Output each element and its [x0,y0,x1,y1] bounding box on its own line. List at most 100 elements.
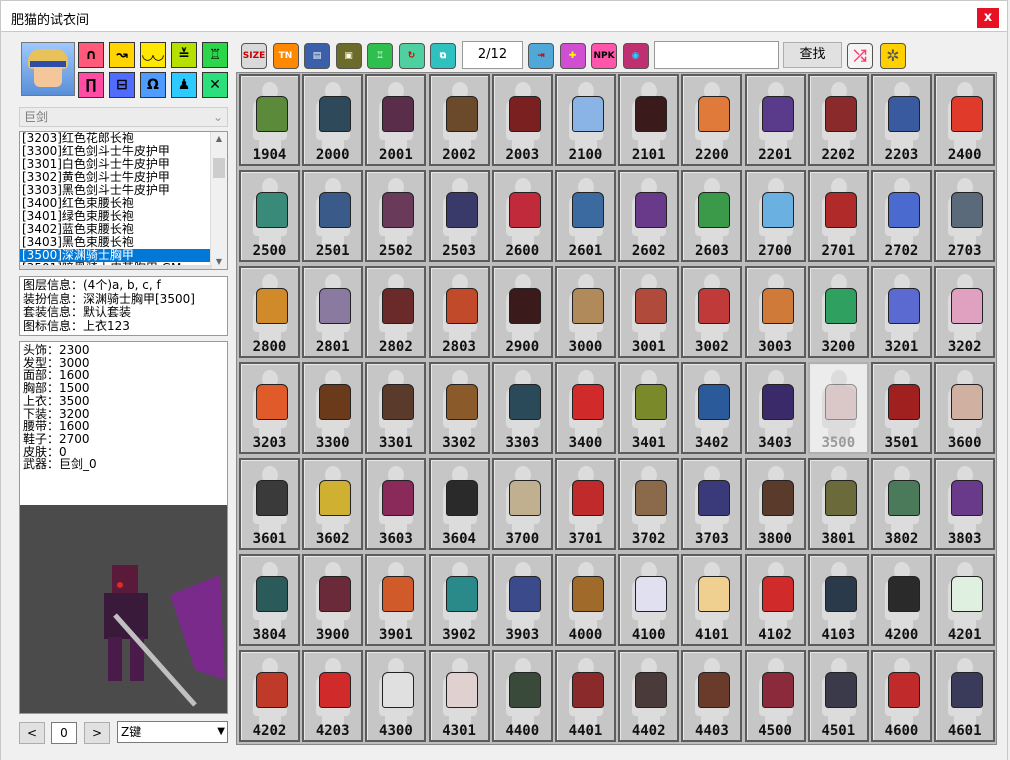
pants-icon[interactable]: Ω [140,72,166,98]
grid-item-2202[interactable]: 2202 [807,74,869,166]
grid-item-3001[interactable]: 3001 [618,266,680,358]
hair-icon[interactable]: ↝ [109,42,135,68]
grid-item-3402[interactable]: 3402 [681,362,743,454]
grid-item-2001[interactable]: 2001 [365,74,427,166]
grid-item-3500[interactable]: 3500 [807,362,869,454]
grid-item-4402[interactable]: 4402 [618,650,680,742]
grid-item-3300[interactable]: 3300 [302,362,364,454]
grid-item-3801[interactable]: 3801 [807,458,869,550]
grid-item-3902[interactable]: 3902 [428,554,490,646]
npk-icon[interactable]: NPK [591,43,617,69]
grid-item-4401[interactable]: 4401 [555,650,616,742]
grid-item-2701[interactable]: 2701 [807,170,869,262]
grid-item-3603[interactable]: 3603 [365,458,427,550]
grid-item-3000[interactable]: 3000 [555,266,616,358]
gift-icon[interactable]: ✚ [559,43,586,69]
grid-item-2201[interactable]: 2201 [744,74,806,166]
globe-icon[interactable]: ◉ [622,43,649,69]
grid-item-2603[interactable]: 2603 [681,170,743,262]
grid-item-4101[interactable]: 4101 [681,554,743,646]
copy-icon[interactable]: ⧉ [430,43,456,69]
grid-item-2900[interactable]: 2900 [491,266,553,358]
grid-item-2601[interactable]: 2601 [555,170,616,262]
grid-item-3602[interactable]: 3602 [302,458,364,550]
grid-item-3903[interactable]: 3903 [491,554,553,646]
grid-item-2101[interactable]: 2101 [618,74,680,166]
grid-item-4301[interactable]: 4301 [428,650,490,742]
grid-item-2003[interactable]: 2003 [491,74,553,166]
book-icon[interactable]: ▤ [304,43,330,69]
grid-item-3802[interactable]: 3802 [871,458,932,550]
grid-item-4103[interactable]: 4103 [807,554,869,646]
grid-item-3900[interactable]: 3900 [302,554,364,646]
list-item[interactable]: [3400]红色束腰长袍 [20,197,210,210]
grid-item-2203[interactable]: 2203 [871,74,932,166]
list-item[interactable]: [3303]黑色剑斗士牛皮护甲 [20,184,210,197]
grid-item-3800[interactable]: 3800 [744,458,806,550]
grid-item-2703[interactable]: 2703 [934,170,996,262]
scroll-down-icon[interactable]: ▼ [213,257,225,267]
grid-item-4300[interactable]: 4300 [365,650,427,742]
grid-item-3601[interactable]: 3601 [239,458,300,550]
grid-item-3201[interactable]: 3201 [871,266,932,358]
search-input[interactable] [654,41,779,69]
grid-item-4100[interactable]: 4100 [618,554,680,646]
grid-item-3901[interactable]: 3901 [365,554,427,646]
grid-item-4102[interactable]: 4102 [744,554,806,646]
grid-item-4500[interactable]: 4500 [744,650,806,742]
dress-icon[interactable]: ♖ [367,43,393,69]
grid-item-2002[interactable]: 2002 [428,74,490,166]
grid-item-3701[interactable]: 3701 [555,458,616,550]
grid-item-4202[interactable]: 4202 [239,650,300,742]
grid-item-2501[interactable]: 2501 [302,170,364,262]
grid-item-4201[interactable]: 4201 [934,554,996,646]
grid-item-4403[interactable]: 4403 [681,650,743,742]
grid-item-2802[interactable]: 2802 [365,266,427,358]
grid-item-2100[interactable]: 2100 [555,74,616,166]
list-hscrollbar[interactable] [20,265,212,269]
weapon-icon[interactable]: ✕ [202,72,228,98]
grid-item-4400[interactable]: 4400 [491,650,553,742]
top-icon[interactable]: ♖ [202,42,228,68]
grid-item-3702[interactable]: 3702 [618,458,680,550]
grid-item-2702[interactable]: 2702 [871,170,932,262]
grid-item-3604[interactable]: 3604 [428,458,490,550]
size-icon[interactable]: SIZE [241,43,267,69]
grid-item-1904[interactable]: 1904 [239,74,300,166]
grid-item-3400[interactable]: 3400 [555,362,616,454]
frame-icon[interactable]: ▣ [335,43,362,69]
grid-item-2801[interactable]: 2801 [302,266,364,358]
list-item[interactable]: [3203]红色花郎长袍 [20,132,210,145]
grid-item-3203[interactable]: 3203 [239,362,300,454]
grid-item-2500[interactable]: 2500 [239,170,300,262]
item-listbox[interactable]: [3203]红色花郎长袍 [3300]红色剑斗士牛皮护甲 [3301]白色剑斗士牛皮… [19,131,228,270]
list-item[interactable]: [3300]红色剑斗士牛皮护甲 [20,145,210,158]
grid-item-3202[interactable]: 3202 [934,266,996,358]
grid-item-3803[interactable]: 3803 [934,458,996,550]
face-icon[interactable]: ◡◡ [140,42,166,68]
grid-item-2803[interactable]: 2803 [428,266,490,358]
refresh-icon[interactable]: ↻ [398,43,425,69]
character-portrait[interactable] [21,42,75,96]
grid-item-2602[interactable]: 2602 [618,170,680,262]
settings-icon[interactable]: ✲ [880,43,906,69]
grid-item-4501[interactable]: 4501 [807,650,869,742]
next-button[interactable]: > [84,722,110,744]
grid-item-2000[interactable]: 2000 [302,74,364,166]
list-item[interactable]: [3301]白色剑斗士牛皮护甲 [20,158,210,171]
grid-item-3501[interactable]: 3501 [871,362,932,454]
grid-item-4600[interactable]: 4600 [871,650,932,742]
grid-item-2200[interactable]: 2200 [681,74,743,166]
belt-icon[interactable]: ⊟ [109,72,135,98]
grid-item-3804[interactable]: 3804 [239,554,300,646]
tn-icon[interactable]: TN [272,43,299,69]
grid-item-2800[interactable]: 2800 [239,266,300,358]
list-item[interactable]: [3402]蓝色束腰长袍 [20,223,210,236]
list-item[interactable]: [3302]黄色剑斗士牛皮护甲 [20,171,210,184]
scroll-up-icon[interactable]: ▲ [213,134,225,144]
list-item[interactable]: [3500]深渊骑士胸甲 [20,249,210,262]
grid-item-2600[interactable]: 2600 [491,170,553,262]
grid-item-3303[interactable]: 3303 [491,362,553,454]
grid-item-3301[interactable]: 3301 [365,362,427,454]
grid-item-3600[interactable]: 3600 [934,362,996,454]
